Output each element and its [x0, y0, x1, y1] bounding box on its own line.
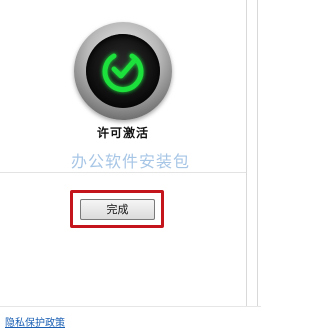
privacy-policy-link[interactable]: 隐私保护政策 [5, 314, 65, 329]
footer-divider [0, 306, 261, 307]
content-divider [0, 172, 246, 173]
watermark-text: 办公软件安装包 [70, 152, 190, 171]
check-power-icon [102, 53, 144, 93]
status-title: 许可激活 [96, 126, 149, 140]
finish-button[interactable]: 完成 [80, 199, 155, 220]
activation-complete-window: 许可激活 办公软件安装包 完成 隐私保护政策 [0, 0, 261, 332]
activation-badge [74, 22, 172, 120]
